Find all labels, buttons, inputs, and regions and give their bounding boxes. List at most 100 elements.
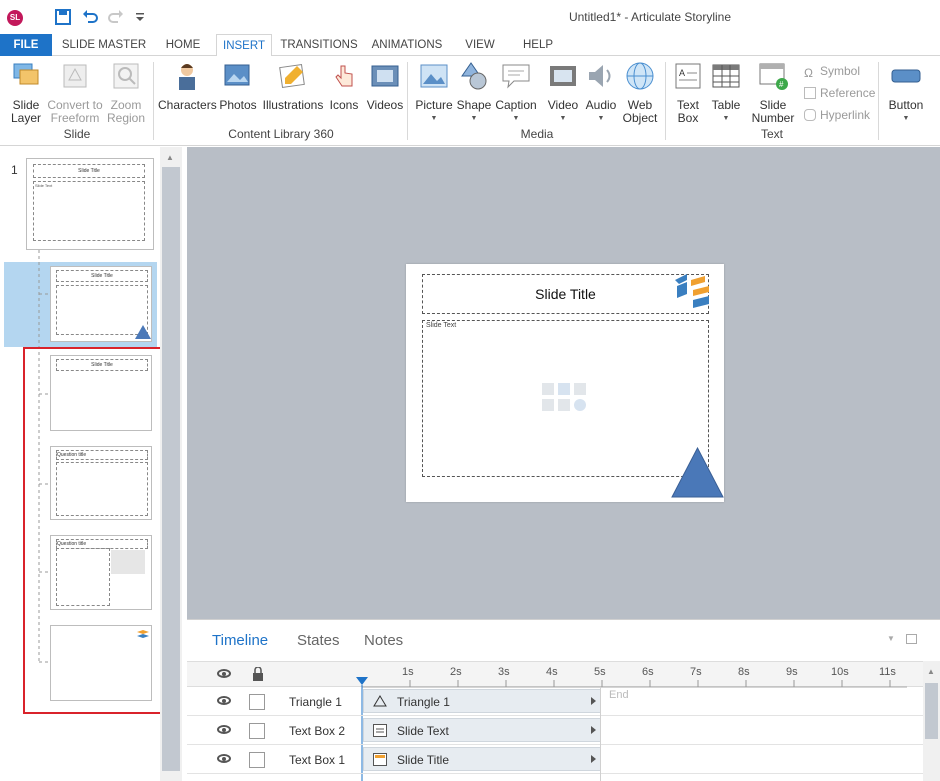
text-box-button[interactable]: A Text Box [670,60,706,125]
title-box-small-icon [373,753,387,766]
timeline-row[interactable]: Triangle 1 Triangle 1 End [187,687,923,716]
expand-arrow-icon[interactable] [591,755,596,763]
video-button[interactable]: Video ▼ [544,60,582,125]
shape-button[interactable]: Shape ▼ [455,60,493,125]
shape-dropdown-icon[interactable]: ▼ [455,112,493,125]
end-label: End [609,689,629,701]
photos-button[interactable]: Photos [218,60,258,112]
web-object-label: Web Object [622,98,658,125]
lock-checkbox[interactable] [249,723,265,739]
insert-media-icons[interactable] [541,382,589,414]
illustrations-button[interactable]: Illustrations [260,60,326,112]
tab-file[interactable]: FILE [0,34,52,56]
mini-slide-text: Slide Text [33,181,145,241]
panel-scrollbar[interactable]: ▲ [160,147,182,781]
tick-label: 2s [450,666,462,678]
slide-number-button[interactable]: # Slide Number [748,60,798,125]
audio-dropdown-icon[interactable]: ▼ [582,112,620,125]
slide-number-label: Slide Number [751,98,795,125]
hyperlink-label: Hyperlink [820,108,871,122]
picture-button[interactable]: Picture ▼ [414,60,454,125]
timeline-scrollbar[interactable]: ▲ [923,661,940,781]
illustrations-label: Illustrations [262,98,324,112]
expand-arrow-icon[interactable] [591,697,596,705]
timeline-row[interactable]: Text Box 1 Slide Title [187,745,923,774]
table-dropdown-icon[interactable]: ▼ [708,112,744,125]
zoom-region-button[interactable]: Zoom Region [104,60,148,125]
photos-icon [224,64,250,86]
tab-animations[interactable]: ANIMATIONS [369,34,445,56]
convert-freeform-button[interactable]: Convert to Freeform [46,60,104,125]
timeline-bar[interactable]: Triangle 1 [363,689,601,713]
scroll-up-icon[interactable]: ▲ [927,667,935,676]
timeline-row[interactable]: Text Box 2 Slide Text [187,716,923,745]
visibility-eye-icon[interactable] [217,725,231,734]
visibility-eye-icon[interactable] [217,696,231,705]
master-slide-thumbnail[interactable]: Slide Title Slide Text [26,158,154,250]
layout-thumbnail-1[interactable]: Slide Title [50,266,152,342]
shape-label: Shape [456,98,492,112]
table-button[interactable]: Table ▼ [708,60,744,125]
hyperlink-button[interactable]: Hyperlink [804,108,870,122]
lock-checkbox[interactable] [249,694,265,710]
slide-layer-button[interactable]: Slide Layer [6,60,46,125]
videos-button[interactable]: Videos [364,60,406,112]
button-button[interactable]: Button ▼ [884,60,928,125]
scrollbar-thumb[interactable] [925,683,938,739]
scroll-up-icon[interactable]: ▲ [166,153,174,162]
triangle-outline-icon [373,695,387,707]
symbol-button[interactable]: Ω Symbol [804,64,860,80]
tab-insert[interactable]: INSERT [216,34,272,57]
globe-icon [626,62,654,90]
tab-notes[interactable]: Notes [364,632,403,649]
table-icon [712,64,740,88]
timeline-bar[interactable]: Slide Title [363,747,601,771]
caption-dropdown-icon[interactable]: ▼ [494,112,538,125]
restore-window-icon[interactable] [906,634,917,644]
button-dropdown-icon[interactable]: ▼ [884,112,928,125]
caption-label: Caption [495,98,537,112]
illustrations-icon [279,64,305,88]
expand-arrow-icon[interactable] [591,726,596,734]
triangle-shape[interactable] [671,447,724,498]
collapse-icon[interactable]: ▼ [887,634,895,643]
scrollbar-thumb[interactable] [162,167,180,771]
picture-dropdown-icon[interactable]: ▼ [414,112,454,125]
eye-icon[interactable] [217,669,231,678]
caption-button[interactable]: Caption ▼ [494,60,538,125]
tick-label: 7s [690,666,702,678]
picture-icon [420,64,448,88]
timeline-bar[interactable]: Slide Text [363,718,601,742]
lock-checkbox[interactable] [249,752,265,768]
group-label-content-library: Content Library 360 [228,127,334,141]
slide-text-label: Slide Text [426,322,457,329]
web-object-button[interactable]: Web Object [620,60,660,125]
lock-icon[interactable] [252,667,264,681]
table-label: Table [711,98,741,112]
title-bar: SL Untitled1* - Articulate Storyline [0,0,940,34]
convert-freeform-icon [63,64,87,88]
svg-text:A: A [679,68,685,78]
tab-home[interactable]: HOME [160,34,206,56]
slide-layer-label: Slide Layer [10,98,42,125]
tab-timeline[interactable]: Timeline [212,632,268,649]
tab-transitions[interactable]: TRANSITIONS [280,34,358,56]
window-title: Untitled1* - Articulate Storyline [568,10,732,24]
omega-icon: Ω [804,66,813,80]
video-dropdown-icon[interactable]: ▼ [544,112,582,125]
audio-button[interactable]: Audio ▼ [582,60,620,125]
highlight-annotation-box [23,347,171,714]
tab-help[interactable]: HELP [520,34,556,56]
timeline-bar-label: Triangle 1 [397,695,450,709]
tab-states[interactable]: States [297,632,340,649]
visibility-eye-icon[interactable] [217,754,231,763]
character-icon [179,64,195,90]
tab-view[interactable]: VIEW [462,34,498,56]
tab-slide-master[interactable]: SLIDE MASTER [58,34,150,56]
characters-button[interactable]: Characters [158,60,217,112]
tick-label: 6s [642,666,654,678]
video-icon [550,66,576,86]
slide-title-placeholder[interactable]: Slide Title [422,274,709,314]
icons-button[interactable]: Icons [328,60,360,112]
reference-button[interactable]: Reference [804,86,875,100]
